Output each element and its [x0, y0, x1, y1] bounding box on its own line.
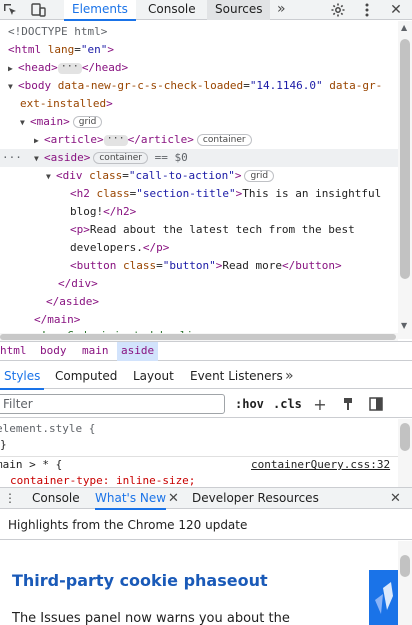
tree-line-head[interactable]: ▶ <head> ··· </head> [0, 59, 398, 77]
scroll-down-icon[interactable]: ▼ [401, 321, 407, 330]
hscrollbar-thumb[interactable] [0, 334, 396, 340]
scrollbar-thumb[interactable] [400, 423, 410, 451]
scroll-up-icon[interactable]: ▲ [401, 23, 407, 32]
elements-hscrollbar[interactable] [0, 333, 398, 341]
tab-console[interactable]: Console [140, 0, 204, 20]
close-devtools-icon[interactable]: ✕ [386, 0, 406, 20]
elements-scrollbar[interactable]: ▲ ▼ [398, 21, 412, 339]
tree-line-article[interactable]: ▶ <article> ··· </article> container [0, 131, 398, 149]
breadcrumb-html[interactable]: html [0, 342, 31, 361]
paint-brush-icon[interactable] [339, 394, 357, 414]
element-style-rule[interactable]: element.style { [0, 421, 95, 437]
styles-scrollbar[interactable] [398, 419, 412, 487]
tab-layout[interactable]: Layout [129, 365, 178, 389]
tree-line-body[interactable]: ▼ <body data-new-gr-c-s-check-loaded="14.… [0, 77, 398, 95]
ellipsis-icon[interactable]: ··· [57, 61, 82, 74]
feature-illustration-image [369, 570, 398, 625]
collapse-triangle-icon[interactable]: ▼ [20, 114, 30, 132]
drawer-tabs: ⋮ Console What's New ✕ Developer Resourc… [0, 487, 412, 510]
grid-badge[interactable]: grid [244, 170, 275, 182]
container-badge[interactable]: container [93, 152, 149, 164]
drawer-menu-icon[interactable]: ⋮ [4, 488, 16, 509]
tab-event-listeners[interactable]: Event Listeners [186, 365, 287, 389]
more-tabs-icon[interactable]: » [269, 0, 294, 20]
add-rule-icon[interactable]: + [311, 394, 329, 414]
tree-line-div-close[interactable]: </div> [0, 275, 398, 293]
whats-new-content: Third-party cookie phaseout The Issues p… [0, 541, 398, 625]
settings-gear-icon[interactable] [328, 0, 348, 20]
toggle-sidebar-icon[interactable] [367, 394, 385, 414]
whats-new-header: Highlights from the Chrome 120 update [0, 510, 412, 540]
styles-pane: element.style { } main > * { containerQu… [0, 419, 398, 487]
breadcrumb-main[interactable]: main [78, 342, 113, 361]
element-style-close: } [0, 438, 7, 451]
collapse-triangle-icon[interactable]: ▼ [8, 78, 18, 96]
tree-line-h2-cont[interactable]: blog!</h2> [0, 203, 398, 221]
tree-line-p[interactable]: <p>Read about the latest tech from the b… [0, 221, 398, 239]
drawer-tab-whats-new[interactable]: What's New [95, 488, 167, 510]
close-tab-icon[interactable]: ✕ [168, 488, 179, 509]
devtools-toolbar: Elements Console Sources » ✕ [0, 0, 412, 21]
tab-styles[interactable]: Styles [0, 365, 45, 390]
selected-marker: ··· [2, 151, 22, 164]
tree-line-doctype[interactable]: <!DOCTYPE html> [0, 23, 398, 41]
more-tabs-icon[interactable]: » [281, 365, 298, 389]
styles-filter-row: :hov .cls + [0, 390, 412, 418]
tab-elements[interactable]: Elements [64, 0, 136, 21]
grid-badge[interactable]: grid [72, 116, 103, 128]
feature-description: The Issues panel now warns you about the [12, 611, 290, 625]
tree-line-p-cont[interactable]: developers.</p> [0, 239, 398, 257]
breadcrumb: html body main aside [0, 341, 412, 361]
drawer-tab-developer-resources[interactable]: Developer Resources [192, 488, 319, 509]
sidebar-tabs: Styles Computed Layout Event Listeners » [0, 365, 412, 390]
rule-selector[interactable]: main > * { [0, 457, 62, 473]
feature-heading[interactable]: Third-party cookie phaseout [12, 571, 268, 590]
breadcrumb-aside[interactable]: aside [117, 342, 159, 361]
tree-line-div[interactable]: ▼ <div class="call-to-action"> grid [0, 167, 398, 185]
scrollbar-thumb[interactable] [400, 555, 410, 577]
tree-line-button[interactable]: <button class="button">Read more</button… [0, 257, 398, 275]
tree-line-h2[interactable]: <h2 class="section-title">This is an ins… [0, 185, 398, 203]
collapse-triangle-icon[interactable]: ▼ [34, 150, 44, 168]
rule-source-link[interactable]: containerQuery.css:32 [251, 457, 390, 473]
whats-new-title: Highlights from the Chrome 120 update [8, 518, 248, 532]
tree-line-aside-selected[interactable]: ··· ▼ <aside> container == $0 [0, 149, 398, 167]
whats-new-scrollbar[interactable] [398, 541, 412, 625]
breadcrumb-body[interactable]: body [36, 342, 71, 361]
device-toolbar-icon[interactable] [28, 0, 48, 20]
inspect-element-icon[interactable] [0, 0, 20, 20]
rule-property[interactable]: container-type: inline-size; [10, 473, 195, 487]
close-drawer-icon[interactable]: ✕ [390, 488, 401, 509]
ellipsis-icon[interactable]: ··· [103, 133, 128, 146]
tree-line-html[interactable]: <html lang="en"> [0, 41, 398, 59]
container-badge[interactable]: container [196, 134, 252, 146]
collapse-triangle-icon[interactable]: ▼ [46, 168, 56, 186]
tree-line-aside-close[interactable]: </aside> [0, 293, 398, 311]
hov-button[interactable]: :hov [235, 394, 264, 414]
elements-tree: <!DOCTYPE html> <html lang="en"> ▶ <head>… [0, 21, 398, 339]
tree-line-main[interactable]: ▼ <main> grid [0, 113, 398, 131]
tree-line-body-cont[interactable]: ext-installed> [0, 95, 398, 113]
expand-triangle-icon[interactable]: ▶ [34, 132, 44, 150]
scrollbar-thumb[interactable] [400, 39, 410, 279]
cls-button[interactable]: .cls [273, 394, 302, 414]
expand-triangle-icon[interactable]: ▶ [8, 60, 18, 78]
tab-sources[interactable]: Sources [207, 0, 271, 20]
more-options-icon[interactable] [357, 0, 377, 20]
drawer-tab-console[interactable]: Console [32, 488, 80, 509]
styles-filter-input[interactable] [0, 394, 225, 414]
tab-computed[interactable]: Computed [51, 365, 121, 389]
